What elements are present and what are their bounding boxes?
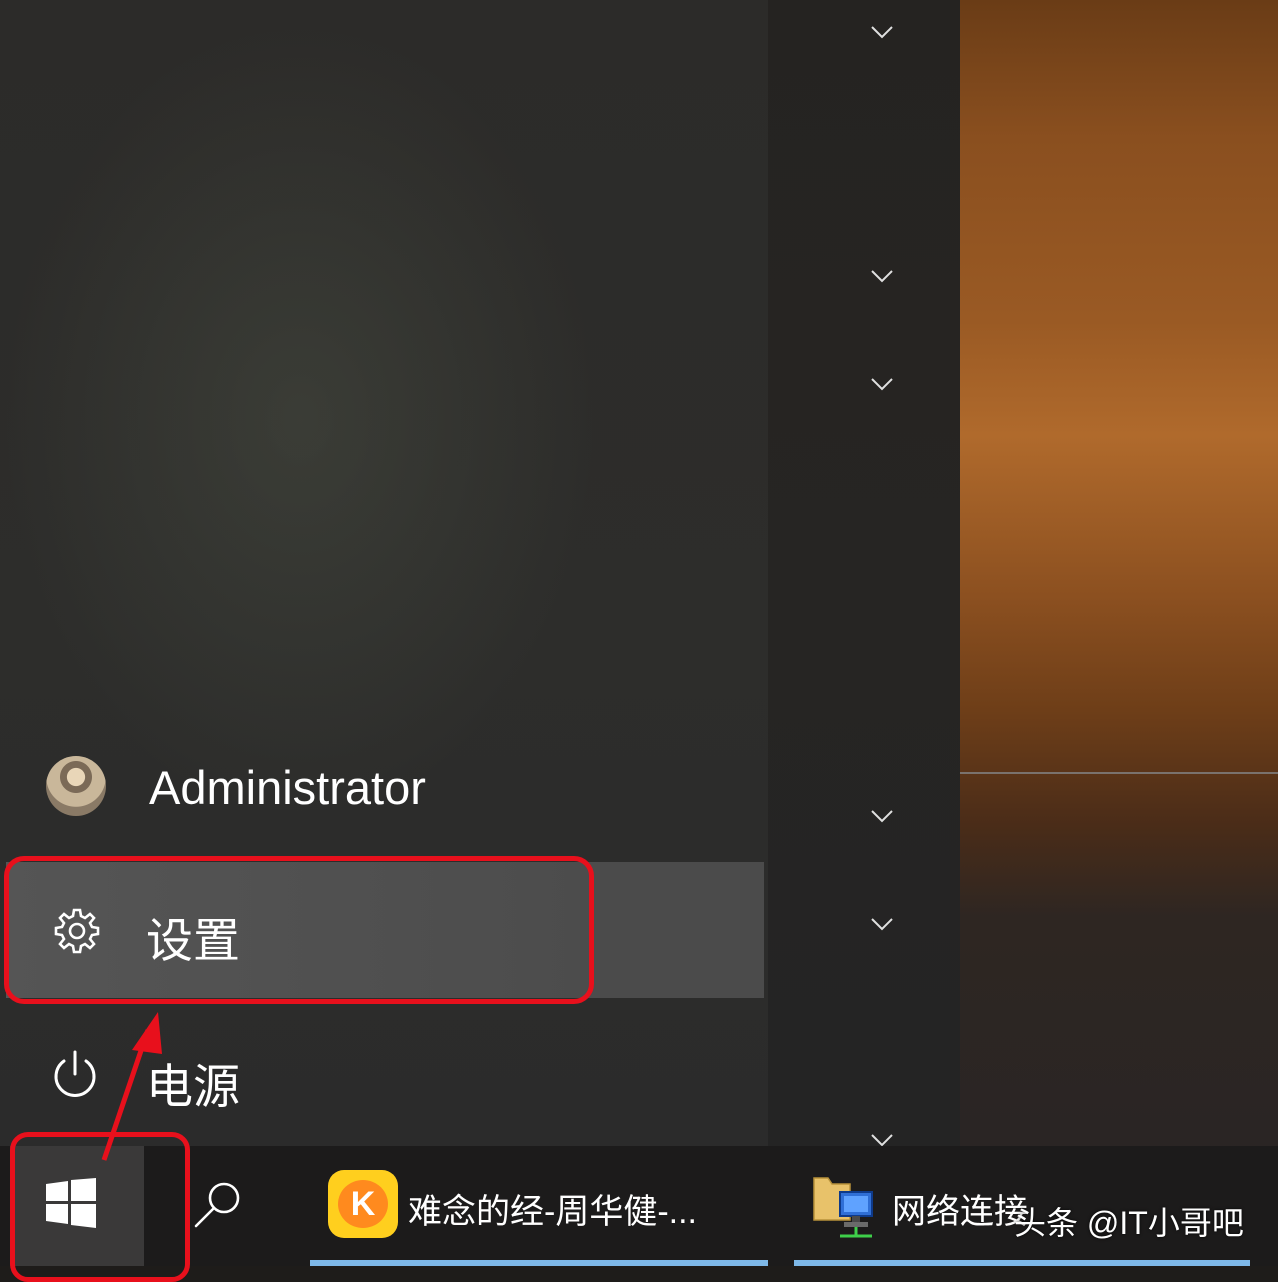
app-list-column (768, 0, 960, 1146)
taskbar-item-label: 难念的经-周华健-... (408, 1193, 697, 1231)
taskbar-item-label: 网络连接 (892, 1193, 1028, 1231)
active-indicator (794, 1260, 1250, 1266)
annotation-arrow (101, 1012, 162, 1161)
active-indicator (310, 1260, 768, 1266)
chevron-down-icon[interactable] (870, 24, 894, 40)
chevron-down-icon[interactable] (870, 268, 894, 284)
kugou-music-icon: K (328, 1170, 398, 1238)
watermark: 头条 @IT小哥吧 (1014, 1205, 1244, 1241)
chevron-down-icon[interactable] (870, 808, 894, 824)
search-icon[interactable] (192, 1178, 244, 1230)
desktop-wallpaper (960, 0, 1278, 1146)
taskbar-item-music[interactable]: K 难念的经-周华健-... (310, 1146, 768, 1266)
user-name: Administrator (149, 761, 426, 814)
chevron-down-icon[interactable] (870, 916, 894, 932)
user-account-button[interactable]: Administrator (10, 740, 750, 830)
network-connections-icon (813, 1177, 873, 1238)
chevron-down-icon[interactable] (870, 376, 894, 392)
wallpaper-divider (960, 772, 1278, 774)
settings-highlight-annotation (4, 856, 594, 1004)
user-avatar (46, 756, 106, 816)
